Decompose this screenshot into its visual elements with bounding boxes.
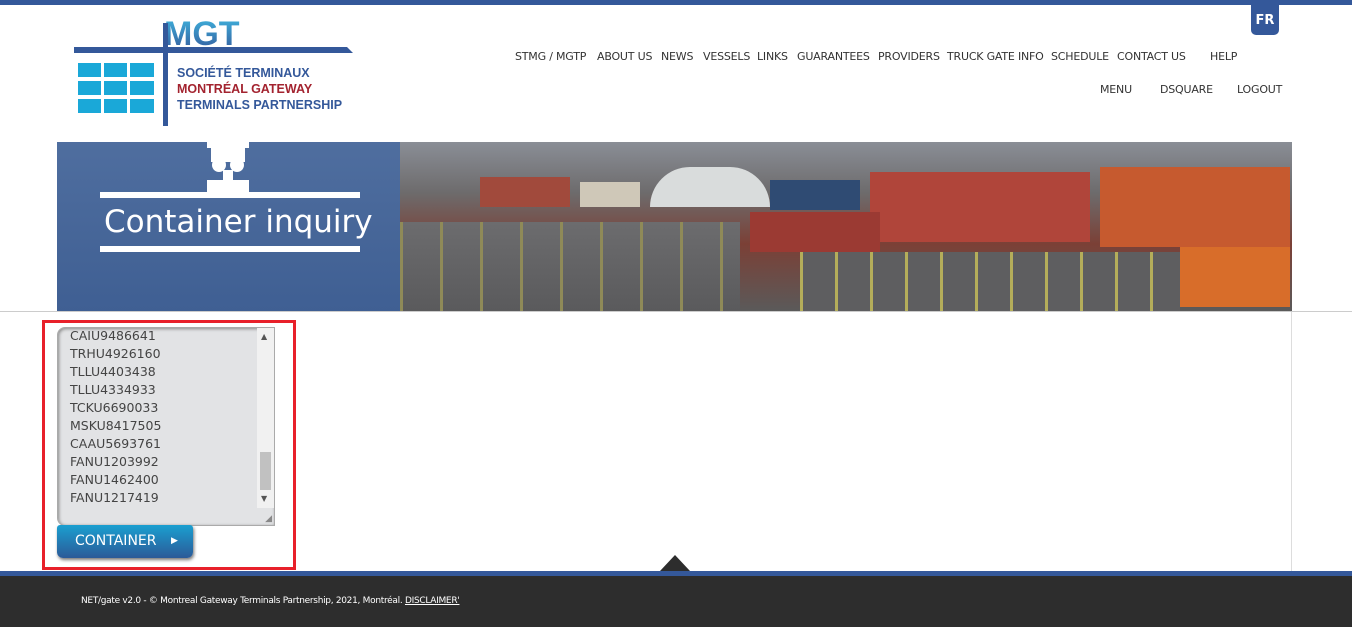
container-number: MSKU8417505 [70, 418, 162, 433]
nav-about-us[interactable]: ABOUT US [597, 50, 652, 63]
container-number: TLLU4334933 [70, 382, 156, 397]
nav-dsquare[interactable]: DSQUARE [1160, 83, 1213, 96]
container-number: FANU1462400 [70, 472, 159, 487]
nav-logout[interactable]: LOGOUT [1237, 83, 1282, 96]
container-submit-button[interactable]: CONTAINER ▶ [57, 525, 193, 558]
mgt-logo[interactable]: MGT SOCIÉTÉ TERMINAUX MONTRÉAL GATEWAY T… [72, 15, 357, 128]
nav-links[interactable]: LINKS [757, 50, 788, 63]
container-number: CAAU5693761 [70, 436, 161, 451]
scroll-down-icon[interactable]: ▼ [261, 494, 267, 503]
nav-contact-us[interactable]: CONTACT US [1117, 50, 1186, 63]
container-number: FANU1203992 [70, 454, 159, 469]
logo-line2: MONTRÉAL GATEWAY [177, 81, 313, 96]
scrollbar-thumb[interactable] [260, 452, 271, 490]
nav-stmg-mgtp[interactable]: STMG / MGTP [515, 50, 586, 63]
content-divider [0, 311, 1352, 312]
nav-providers[interactable]: PROVIDERS [878, 50, 940, 63]
container-number: CAIU9486641 [70, 328, 156, 343]
footer: NET/gate v2.0 - © Montreal Gateway Termi… [0, 571, 1352, 627]
title-rule-bottom [100, 246, 360, 252]
nav-news[interactable]: NEWS [661, 50, 693, 63]
container-number: TRHU4926160 [70, 346, 161, 361]
footer-copyright: NET/gate v2.0 - © Montreal Gateway Termi… [81, 596, 405, 606]
container-number: FANU1217419 [70, 490, 159, 505]
nav-schedule[interactable]: SCHEDULE [1051, 50, 1109, 63]
container-numbers-textarea[interactable]: CAIU9486641 TRHU4926160 TLLU4403438 TLLU… [57, 327, 275, 526]
page-banner: Container inquiry [57, 142, 1292, 312]
page-title: Container inquiry [104, 204, 373, 240]
scroll-up-icon[interactable]: ▲ [261, 332, 267, 341]
nav-menu[interactable]: MENU [1100, 83, 1132, 96]
scroll-top-indicator[interactable] [660, 555, 690, 571]
logo-line1: SOCIÉTÉ TERMINAUX [177, 65, 310, 80]
disclaimer-link[interactable]: DISCLAIMER' [405, 596, 460, 606]
nav-help[interactable]: HELP [1210, 50, 1237, 63]
content-right-border [1291, 312, 1292, 572]
container-number: TCKU6690033 [70, 400, 159, 415]
logo-line3: TERMINALS PARTNERSHIP [177, 98, 342, 112]
resize-handle-icon[interactable]: ◢ [265, 514, 272, 524]
title-rule-top [100, 192, 360, 198]
textarea-scrollbar[interactable]: ▲ ▼ [257, 328, 274, 508]
container-list: CAIU9486641 TRHU4926160 TLLU4403438 TLLU… [70, 328, 162, 507]
top-accent-bar [0, 0, 1352, 5]
nav-vessels[interactable]: VESSELS [703, 50, 750, 63]
terminal-photo [400, 142, 1292, 312]
language-toggle-fr[interactable]: FR [1251, 5, 1279, 35]
nav-truck-gate-info[interactable]: TRUCK GATE INFO [947, 50, 1044, 63]
banner-overlay: Container inquiry [57, 142, 400, 312]
crane-icon [207, 142, 249, 192]
submit-label: CONTAINER [75, 533, 157, 549]
nav-guarantees[interactable]: GUARANTEES [797, 50, 870, 63]
caret-right-icon: ▶ [171, 536, 178, 546]
container-number: TLLU4403438 [70, 364, 156, 379]
